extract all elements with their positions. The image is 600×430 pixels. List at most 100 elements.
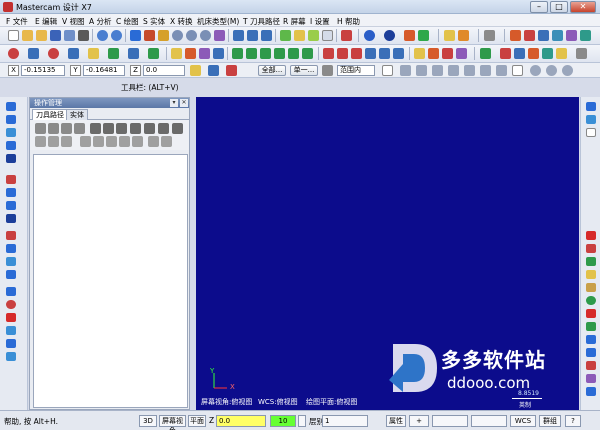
array-icon[interactable] <box>302 48 313 59</box>
close-button[interactable]: ✕ <box>570 1 596 13</box>
light-icon[interactable] <box>404 30 415 41</box>
maximize-button[interactable]: □ <box>550 1 568 13</box>
groups-button[interactable]: 群组 <box>539 415 561 427</box>
more-tools-icon[interactable] <box>576 48 587 59</box>
loft-tool-icon[interactable] <box>6 339 16 348</box>
extrude-icon[interactable] <box>323 48 334 59</box>
trim-icon[interactable] <box>171 48 182 59</box>
rotate-icon[interactable] <box>246 48 257 59</box>
face-select-icon[interactable] <box>546 65 557 76</box>
cylinder-tool-icon[interactable] <box>6 201 16 210</box>
point-style-dropdown[interactable]: + <box>409 415 429 427</box>
trim-solid-icon[interactable] <box>6 270 16 279</box>
modify-icon[interactable] <box>213 48 224 59</box>
shell-icon[interactable] <box>393 48 404 59</box>
pencil-icon[interactable] <box>444 30 455 41</box>
draft-tool-icon[interactable] <box>6 257 16 266</box>
menu-xform[interactable]: X 转换 <box>170 16 193 27</box>
select-all-ops-icon[interactable] <box>35 123 46 134</box>
regenerate-all-icon[interactable] <box>61 123 72 134</box>
save-as-icon[interactable] <box>64 30 75 41</box>
display-selected-icon[interactable] <box>148 136 159 147</box>
wcs-button[interactable]: WCS <box>510 415 536 427</box>
move-up-icon[interactable] <box>93 136 104 147</box>
single-select-icon[interactable] <box>464 65 475 76</box>
shape-tool-icon[interactable] <box>6 175 16 184</box>
mirror-icon[interactable] <box>260 48 271 59</box>
hide-entity-icon[interactable] <box>586 244 596 253</box>
wire-edm-icon[interactable] <box>542 48 553 59</box>
dynamic-analyze-icon[interactable] <box>586 348 596 357</box>
lathe-icon[interactable] <box>528 48 539 59</box>
join-icon[interactable] <box>199 48 210 59</box>
number-analyze-icon[interactable] <box>586 361 596 370</box>
axis-icon[interactable] <box>418 30 429 41</box>
solid-select-icon[interactable] <box>496 65 507 76</box>
x-coord-input[interactable]: -0.15135 <box>21 65 65 76</box>
net-tool-icon[interactable] <box>6 352 16 361</box>
y-coord-input[interactable]: -0.16481 <box>83 65 125 76</box>
tab-solids[interactable]: 实体 <box>66 109 88 120</box>
pan-icon[interactable] <box>130 30 141 41</box>
z-depth-input[interactable]: 0.0 <box>216 415 266 427</box>
insert-arrow-icon[interactable] <box>106 136 117 147</box>
menu-edit[interactable]: E 编辑 <box>35 16 57 27</box>
help-button[interactable]: ? <box>565 415 581 427</box>
circle-analyze-icon[interactable] <box>586 296 596 305</box>
lock-icon[interactable] <box>35 136 46 147</box>
redo-icon[interactable] <box>111 30 122 41</box>
boolean-tool-icon[interactable] <box>6 231 16 240</box>
show-entity-icon[interactable] <box>586 257 596 266</box>
surface-finish-icon[interactable] <box>500 48 511 59</box>
chain-analyze-icon[interactable] <box>586 309 596 318</box>
scroll-to-icon[interactable] <box>132 136 143 147</box>
view-side-icon[interactable] <box>261 30 272 41</box>
fast-point-icon[interactable] <box>190 65 201 76</box>
hidden-line-icon[interactable] <box>322 30 333 41</box>
menu-help[interactable]: H 帮助 <box>337 16 360 27</box>
toggle-post-icon[interactable] <box>61 136 72 147</box>
expand-icon[interactable] <box>161 136 172 147</box>
screen-view-button[interactable]: 屏幕视角 <box>159 415 186 430</box>
sketch-icon[interactable] <box>6 102 16 111</box>
distance-icon[interactable] <box>586 283 596 292</box>
verify-ops-icon[interactable] <box>103 123 114 134</box>
zoom-window-icon[interactable] <box>172 30 183 41</box>
repaint-icon[interactable] <box>158 30 169 41</box>
revolve-icon[interactable] <box>337 48 348 59</box>
simulate-ops-icon[interactable] <box>116 123 127 134</box>
machine-icon[interactable] <box>341 30 352 41</box>
contour-icon[interactable] <box>414 48 425 59</box>
print-icon[interactable] <box>78 30 89 41</box>
plane-button[interactable]: 平面 <box>188 415 206 427</box>
fillet-tool-icon[interactable] <box>6 141 16 150</box>
level-dropdown-button[interactable] <box>298 415 306 427</box>
analyze-entity-icon[interactable] <box>586 270 596 279</box>
fillet-solid-icon[interactable] <box>379 48 390 59</box>
translate-icon[interactable] <box>232 48 243 59</box>
autocursor-icon[interactable] <box>208 65 219 76</box>
minimize-button[interactable]: – <box>530 1 548 13</box>
router-icon[interactable] <box>556 48 567 59</box>
view-top-icon[interactable] <box>233 30 244 41</box>
solid-tool-icon[interactable] <box>6 188 16 197</box>
new-file-icon[interactable] <box>8 30 19 41</box>
help-pointer-icon[interactable] <box>580 30 591 41</box>
highfeed-icon[interactable] <box>144 123 155 134</box>
arc-tool-icon[interactable] <box>6 128 16 137</box>
shaded-cube-icon[interactable] <box>308 30 319 41</box>
level-number-input[interactable]: 1 <box>322 415 368 427</box>
sphere-icon[interactable] <box>384 30 395 41</box>
toggle-display-icon[interactable] <box>48 136 59 147</box>
operations-tree[interactable] <box>33 154 188 408</box>
revolve-tool-icon[interactable] <box>6 326 16 335</box>
offset-icon[interactable] <box>288 48 299 59</box>
post-ops-icon[interactable] <box>130 123 141 134</box>
chain-check-icon[interactable] <box>586 387 596 396</box>
menu-file[interactable]: F 文件 <box>6 16 28 27</box>
menu-toolpaths[interactable]: T 刀具路径 <box>243 16 280 27</box>
contour-analyze-icon[interactable] <box>586 322 596 331</box>
surface-rough-icon[interactable] <box>480 48 491 59</box>
select-single-button[interactable]: 单一... <box>290 65 318 76</box>
move-down-icon[interactable] <box>80 136 91 147</box>
